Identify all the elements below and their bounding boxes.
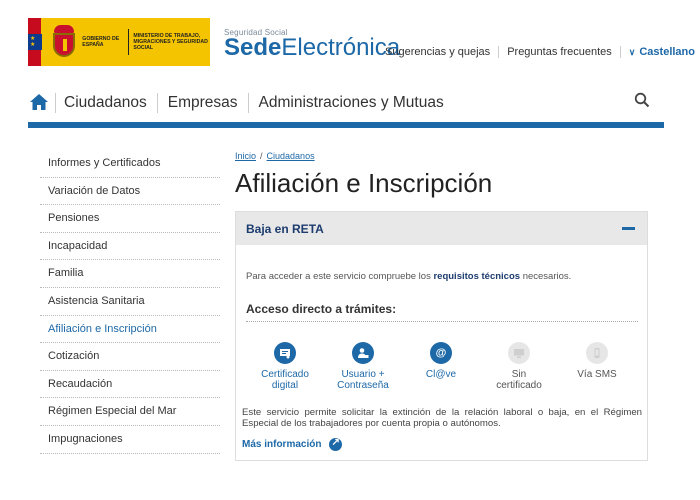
certificate-icon — [274, 342, 296, 364]
home-icon[interactable] — [30, 94, 48, 110]
sidebar-item-afiliacion[interactable]: Afiliación e Inscripción — [40, 316, 220, 344]
search-icon[interactable] — [634, 92, 650, 108]
link-preguntas[interactable]: Preguntas frecuentes — [498, 46, 620, 58]
requirements-link[interactable]: requisitos técnicos — [433, 271, 520, 282]
sidebar-item-incapacidad[interactable]: Incapacidad — [40, 233, 220, 261]
breadcrumb-separator: / — [260, 151, 263, 161]
nav-empresas[interactable]: Empresas — [156, 93, 248, 113]
government-logo[interactable]: ★ ★ GOBIERNO DE ESPAÑA MINISTERIO DE TRAB… — [28, 18, 210, 66]
service-description: Este servicio permite solicitar la extin… — [242, 407, 642, 429]
panel-header[interactable]: Baja en RETA — [236, 212, 647, 245]
sidebar-item-pensiones[interactable]: Pensiones — [40, 205, 220, 233]
sede-title-light: Electrónica — [281, 34, 401, 61]
logo-divider — [128, 29, 130, 55]
service-panel: Baja en RETA Para acceder a este servici… — [235, 211, 648, 461]
coat-of-arms-icon — [51, 25, 76, 59]
tramites-list: Certificado digital Usuario + Contraseña… — [246, 342, 638, 398]
language-label: Castellano — [639, 46, 695, 58]
nav-ciudadanos[interactable]: Ciudadanos — [64, 93, 157, 113]
tramite-label: digital — [271, 380, 299, 391]
breadcrumb: Inicio / Ciudadanos — [235, 151, 315, 161]
tramite-label: Cl@ve — [425, 369, 457, 380]
tramite-label: Usuario + — [341, 369, 385, 380]
panel-title: Baja en RETA — [246, 221, 324, 236]
tramite-via-sms: Vía SMS — [558, 342, 636, 380]
breadcrumb-inicio[interactable]: Inicio — [235, 151, 256, 161]
tramite-sin-certificado: Sin certificado — [480, 342, 558, 391]
sidebar-item-informes[interactable]: Informes y Certificados — [40, 150, 220, 178]
access-title: Acceso directo a trámites: — [246, 302, 638, 322]
requirements-pre: Para acceder a este servicio compruebe l… — [246, 271, 434, 282]
more-info-label: Más información — [242, 439, 322, 450]
user-lock-icon — [352, 342, 374, 364]
tramite-certificado-digital[interactable]: Certificado digital — [246, 342, 324, 391]
sidebar-item-impugnaciones[interactable]: Impugnaciones — [40, 426, 220, 454]
sidebar-item-asistencia[interactable]: Asistencia Sanitaria — [40, 288, 220, 316]
tramite-label: Certificado — [261, 369, 309, 380]
requirements-text: Para acceder a este servicio compruebe l… — [246, 271, 571, 282]
sidebar: Informes y Certificados Variación de Dat… — [40, 150, 220, 454]
tramite-label: Vía SMS — [577, 369, 617, 380]
page-title: Afiliación e Inscripción — [235, 168, 493, 198]
sidebar-item-variacion[interactable]: Variación de Datos — [40, 178, 220, 206]
chevron-down-icon: ∨ — [628, 47, 636, 57]
top-links: Sugerencias y quejas Preguntas frecuente… — [385, 46, 700, 58]
tramite-label: Contraseña — [337, 380, 389, 391]
sidebar-item-regimen-mar[interactable]: Régimen Especial del Mar — [40, 398, 220, 426]
tramite-label: certificado — [496, 380, 542, 391]
arrow-up-right-icon — [329, 437, 343, 451]
main-nav: Ciudadanos Empresas Administraciones y M… — [28, 86, 664, 128]
link-sugerencias[interactable]: Sugerencias y quejas — [385, 46, 498, 58]
tramite-clave[interactable]: @ Cl@ve — [402, 342, 480, 380]
tramite-usuario-contrasena[interactable]: Usuario + Contraseña — [324, 342, 402, 391]
sede-title: SedeElectrónica — [224, 36, 400, 60]
logo-right-text: MINISTERIO DE TRABAJO, MIGRACIONES Y SEG… — [133, 33, 208, 51]
language-selector[interactable]: ∨ Castellano — [619, 46, 700, 58]
sidebar-item-familia[interactable]: Familia — [40, 260, 220, 288]
computer-icon — [508, 342, 530, 364]
sede-electronica-logo[interactable]: Seguridad Social SedeElectrónica — [224, 28, 400, 60]
flag-icon: ★ ★ — [28, 18, 43, 66]
sidebar-item-recaudacion[interactable]: Recaudación — [40, 371, 220, 399]
logo-left-text: GOBIERNO DE ESPAÑA — [82, 36, 120, 48]
nav-divider — [55, 93, 56, 113]
tramite-label: Sin — [511, 369, 527, 380]
more-info-link[interactable]: Más información — [242, 437, 343, 451]
phone-icon — [586, 342, 608, 364]
at-icon: @ — [430, 342, 452, 364]
nav-administraciones[interactable]: Administraciones y Mutuas — [247, 93, 454, 113]
sede-title-bold: Sede — [224, 34, 282, 61]
collapse-icon[interactable] — [622, 227, 635, 230]
sidebar-item-cotizacion[interactable]: Cotización — [40, 343, 220, 371]
requirements-post: necesarios. — [520, 271, 572, 282]
breadcrumb-ciudadanos[interactable]: Ciudadanos — [267, 151, 315, 161]
